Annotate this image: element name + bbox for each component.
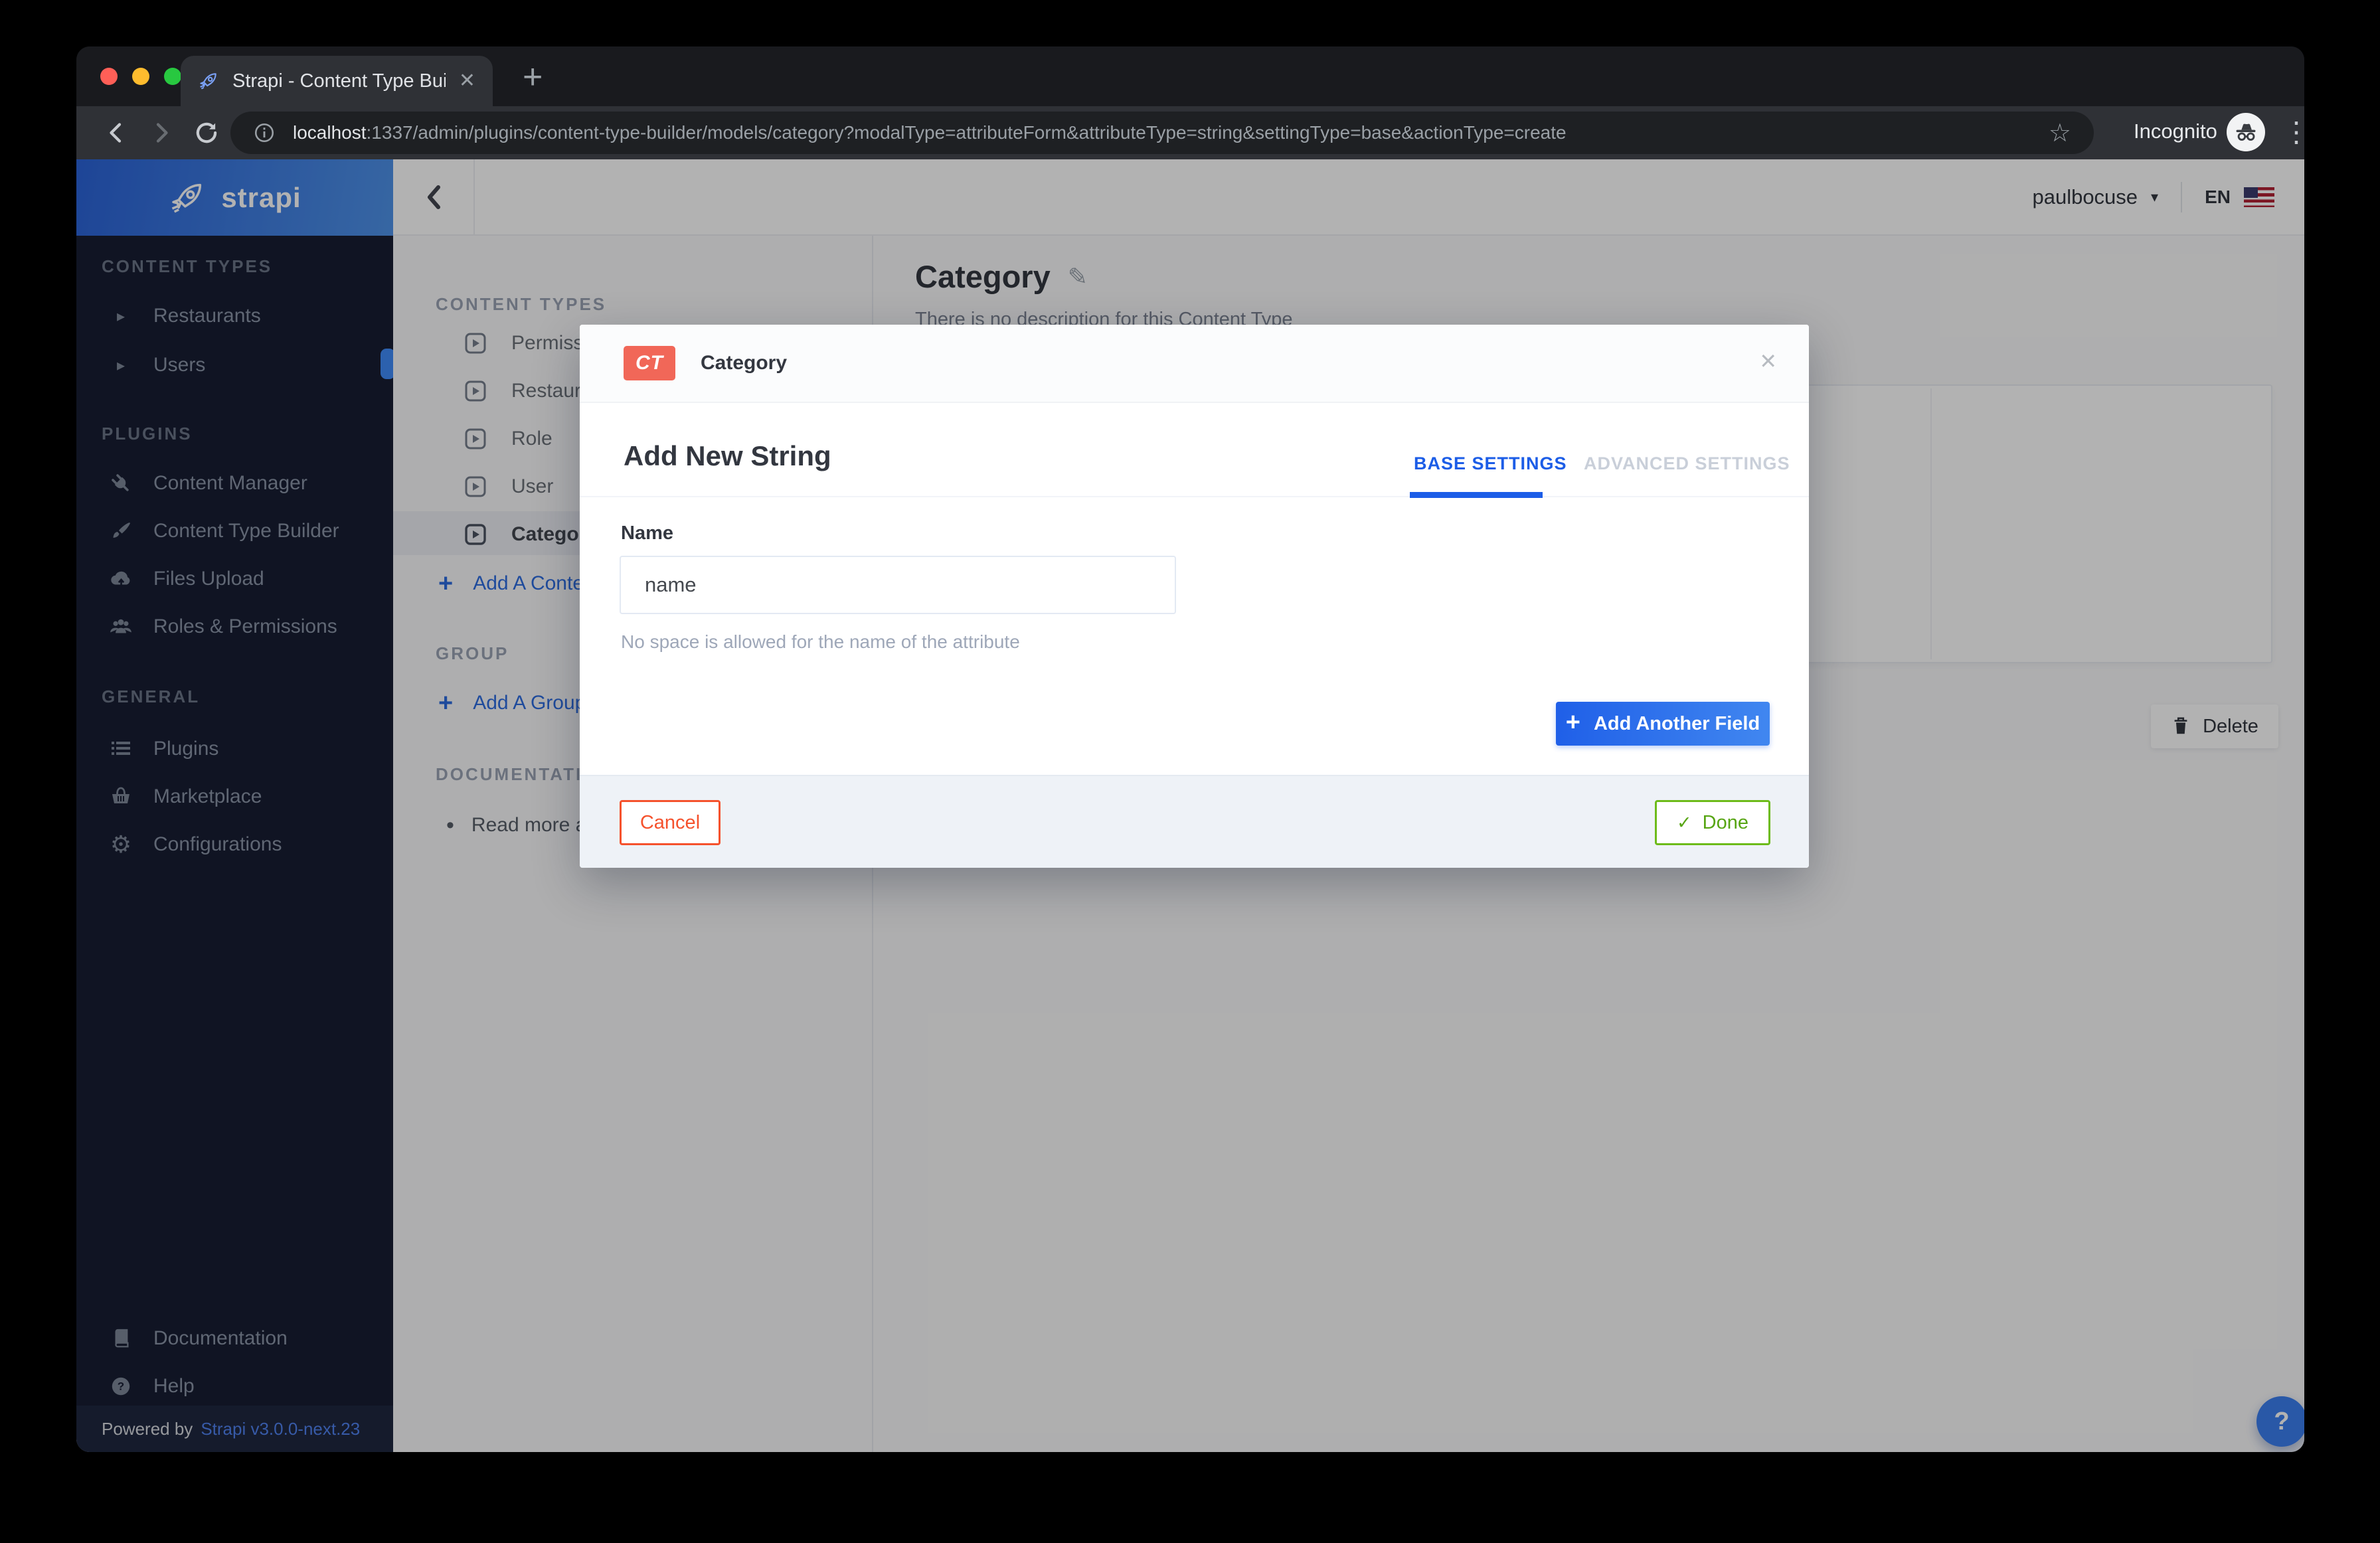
url-host: localhost <box>293 122 367 143</box>
browser-window: Strapi - Content Type Builder ✕ + local <box>76 46 2304 1452</box>
page-viewport: strapi CONTENT TYPES ▸ Restaurants ▸ Use… <box>76 159 2304 1452</box>
modal-body: Add New String BASE SETTINGS ADVANCED SE… <box>580 403 1809 775</box>
forward-icon[interactable] <box>145 117 177 149</box>
check-icon: ✓ <box>1677 813 1692 833</box>
screenshot-stage: Strapi - Content Type Builder ✕ + local <box>0 0 2380 1543</box>
add-another-field-button[interactable]: + Add Another Field <box>1556 702 1770 746</box>
active-tab-underline <box>1410 492 1543 498</box>
name-input[interactable] <box>620 556 1176 614</box>
incognito-label: Incognito <box>2134 120 2217 143</box>
close-window-button[interactable] <box>100 68 118 85</box>
modal-header: CT Category ✕ <box>580 325 1809 403</box>
incognito-avatar-icon[interactable] <box>2227 113 2265 151</box>
minimize-window-button[interactable] <box>132 68 149 85</box>
zoom-window-button[interactable] <box>164 68 181 85</box>
tab-title: Strapi - Content Type Builder <box>232 70 446 92</box>
reload-icon[interactable] <box>191 117 222 149</box>
bookmark-star-icon[interactable]: ☆ <box>2049 118 2071 148</box>
tab-base-settings[interactable]: BASE SETTINGS <box>1414 453 1567 474</box>
tab-close-icon[interactable]: ✕ <box>459 71 475 91</box>
strapi-favicon-icon <box>198 70 219 92</box>
name-label: Name <box>621 523 673 544</box>
done-button[interactable]: ✓ Done <box>1655 800 1770 845</box>
site-info-icon[interactable] <box>253 122 276 144</box>
modal-entity-name: Category <box>701 352 787 374</box>
modal-title: Add New String <box>624 440 831 472</box>
tabs-divider <box>580 496 1809 497</box>
browser-tab[interactable]: Strapi - Content Type Builder ✕ <box>181 56 493 106</box>
browser-menu-icon[interactable]: ⋮ <box>2282 116 2304 148</box>
browser-toolbar: localhost:1337/admin/plugins/content-typ… <box>76 106 2304 159</box>
new-tab-button[interactable]: + <box>523 57 543 97</box>
name-helper-text: No space is allowed for the name of the … <box>621 631 1020 653</box>
close-icon[interactable]: ✕ <box>1759 349 1777 374</box>
plus-icon: + <box>1566 708 1580 737</box>
tab-advanced-settings[interactable]: ADVANCED SETTINGS <box>1584 453 1790 474</box>
add-attribute-modal: CT Category ✕ Add New String BASE SETTIN… <box>580 325 1809 868</box>
url-text: localhost:1337/admin/plugins/content-typ… <box>293 122 2031 143</box>
window-controls <box>100 68 181 85</box>
modal-footer: Cancel ✓ Done <box>580 775 1809 868</box>
url-bar[interactable]: localhost:1337/admin/plugins/content-typ… <box>230 112 2094 154</box>
content-type-badge: CT <box>624 346 675 380</box>
tab-strip: Strapi - Content Type Builder ✕ + <box>76 46 2304 106</box>
url-path: :1337/admin/plugins/content-type-builder… <box>367 122 1567 143</box>
back-icon[interactable] <box>100 117 132 149</box>
cancel-button[interactable]: Cancel <box>620 800 721 845</box>
